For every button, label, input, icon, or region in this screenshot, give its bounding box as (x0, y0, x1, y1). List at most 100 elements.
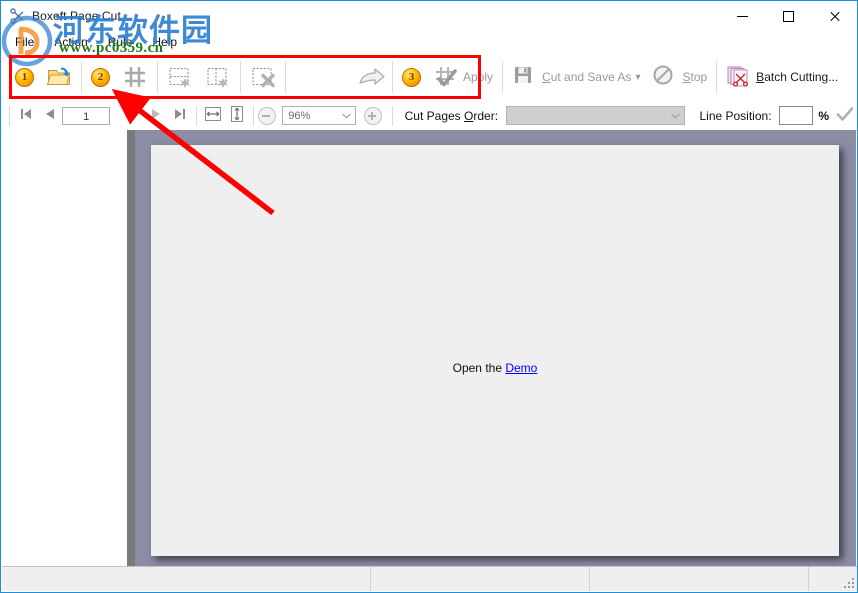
split-horizontal-button[interactable] (161, 57, 199, 97)
stop-label: Stop (682, 70, 707, 84)
zoom-in-icon[interactable] (364, 107, 382, 125)
nav-separator-1 (196, 106, 197, 126)
stop-circle-icon (652, 64, 678, 90)
fit-height-button[interactable] (225, 105, 249, 127)
apply-label: Apply (463, 70, 493, 84)
cut-and-save-as-button[interactable]: Cut and Save As ▾ (506, 57, 646, 97)
step-badge-3: 3 (396, 57, 427, 97)
stop-button[interactable]: Stop (646, 57, 713, 97)
step-badge-2: 2 (85, 57, 116, 97)
batch-cutting-button[interactable]: Batch Cutting... (720, 57, 844, 97)
toolbar-separator-3 (240, 61, 241, 93)
toolbar-separator-5 (392, 61, 393, 93)
fit-width-button[interactable] (201, 105, 225, 127)
cut-and-save-as-mnemonic: C (542, 70, 551, 84)
zoom-level-value: 96% (283, 110, 337, 122)
menu-action[interactable]: Action (44, 33, 97, 51)
toolbar-separator-2 (157, 61, 158, 93)
scissors-icon (9, 7, 26, 24)
last-page-icon (172, 106, 188, 125)
badge-1: 1 (15, 68, 34, 87)
stop-rest: top (690, 70, 707, 84)
grid-icon (122, 64, 148, 90)
nav-separator-2 (253, 106, 254, 126)
panel-splitter[interactable] (127, 130, 135, 568)
window-title: Boxoft Page Cut (32, 9, 121, 23)
minimize-button[interactable] (719, 1, 765, 31)
demo-link[interactable]: Demo (505, 361, 537, 375)
badge-3: 3 (402, 68, 421, 87)
line-position-input[interactable] (779, 106, 814, 125)
chevron-down-icon (667, 113, 684, 119)
menu-help[interactable]: Help (142, 33, 187, 51)
line-position-label: Line Position: (699, 109, 771, 123)
confirm-line-position-button[interactable] (833, 105, 857, 127)
application-window: Boxoft Page Cut File Action Rule Help 1 (0, 0, 858, 593)
apply-grid-check-icon (433, 64, 459, 90)
next-page-icon (148, 106, 164, 125)
last-page-button[interactable] (168, 105, 192, 127)
toolbar-separator-6 (502, 61, 503, 93)
thumbnail-panel[interactable] (2, 130, 128, 568)
previous-page-button[interactable] (38, 105, 62, 127)
nav-separator-3 (392, 106, 393, 126)
resize-grip-icon[interactable] (842, 576, 854, 588)
cut-and-save-as-label: Cut and Save As (542, 70, 631, 84)
title-bar: Boxoft Page Cut (1, 1, 857, 31)
first-page-icon (18, 106, 34, 125)
apply-button[interactable]: Apply (427, 57, 499, 97)
nav-separator-0 (9, 106, 10, 126)
menu-file[interactable]: File (5, 33, 44, 51)
menu-rule[interactable]: Rule (98, 33, 143, 51)
redo-arrow-icon (357, 64, 383, 90)
title-bar-left: Boxoft Page Cut (9, 7, 121, 24)
split-vertical-icon (205, 64, 231, 90)
check-mark-icon (836, 106, 854, 125)
window-controls (719, 1, 857, 31)
open-demo-message: Open the Demo (151, 361, 839, 375)
status-panel-1 (2, 567, 371, 591)
open-demo-prefix: Open the (453, 361, 502, 375)
cut-pages-order-label-post: rder: (473, 109, 498, 123)
next-page-button[interactable] (144, 105, 168, 127)
page-number-input[interactable]: 1 (62, 107, 110, 125)
batch-cutting-mnemonic: B (756, 70, 764, 84)
status-panel-3 (590, 567, 809, 591)
split-vertical-button[interactable] (199, 57, 237, 97)
open-folder-icon (46, 64, 72, 90)
batch-cutting-rest: atch Cutting... (764, 70, 838, 84)
cut-pages-order-label-pre: Cut Pages (405, 109, 464, 123)
cut-pages-order-mnemonic: O (464, 109, 473, 123)
navigation-bar: 1 (1, 101, 857, 131)
delete-split-icon (250, 64, 276, 90)
batch-cutting-label: Batch Cutting... (756, 70, 838, 84)
fit-height-icon (228, 104, 246, 127)
badge-2: 2 (91, 68, 110, 87)
zoom-out-icon[interactable] (258, 107, 276, 125)
document-page[interactable]: Open the Demo (151, 145, 839, 556)
cut-pages-order-combobox[interactable] (506, 106, 685, 125)
floppy-disk-icon (512, 64, 538, 90)
document-canvas[interactable]: Open the Demo (135, 130, 856, 568)
main-toolbar: 1 2 (1, 53, 857, 102)
grid-lines-button[interactable] (116, 57, 154, 97)
menu-bar: File Action Rule Help (1, 31, 857, 53)
cut-pages-order-label: Cut Pages Order: (405, 109, 498, 123)
batch-scissors-icon (726, 64, 752, 90)
toolbar-separator-4 (285, 61, 286, 93)
toolbar-separator-7 (716, 61, 717, 93)
close-button[interactable] (811, 1, 857, 31)
zoom-level-combobox[interactable]: 96% (282, 106, 355, 125)
step-badge-1: 1 (1, 57, 40, 97)
percent-symbol: % (818, 109, 829, 123)
previous-page-icon (42, 106, 58, 125)
toolbar-separator-1 (81, 61, 82, 93)
open-file-button[interactable] (40, 57, 78, 97)
first-page-button[interactable] (14, 105, 38, 127)
maximize-button[interactable] (765, 1, 811, 31)
redo-button[interactable] (351, 57, 389, 97)
fit-width-icon (203, 105, 223, 126)
status-panel-2 (371, 567, 590, 591)
save-dropdown-arrow-icon[interactable]: ▾ (635, 72, 640, 83)
delete-split-button[interactable] (244, 57, 282, 97)
